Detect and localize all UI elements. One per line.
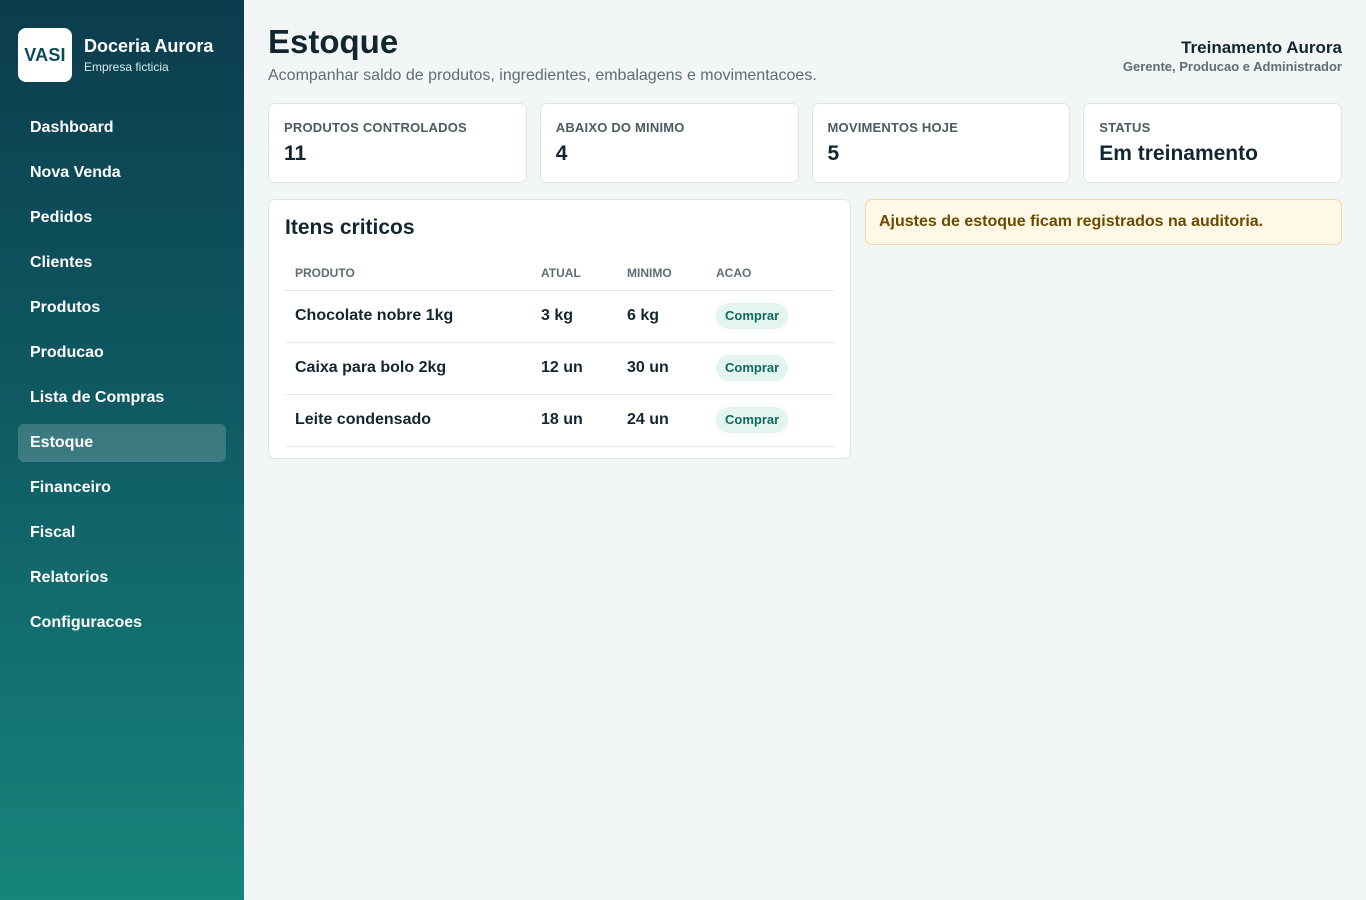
table-row: Caixa para bolo 2kg 12 un 30 un Comprar [285, 342, 834, 395]
brand-name: Doceria Aurora [84, 35, 214, 56]
cell-acao: Comprar [706, 394, 834, 447]
sidebar-item-clientes[interactable]: Clientes [18, 244, 226, 282]
cell-produto: Leite condensado [285, 394, 531, 447]
sidebar-item-relatorios[interactable]: Relatorios [18, 559, 226, 597]
critical-items-title: Itens criticos [285, 216, 415, 239]
sidebar-item-dashboard[interactable]: Dashboard [18, 109, 226, 147]
sidebar-item-financeiro[interactable]: Financeiro [18, 469, 226, 507]
sidebar-item-producao[interactable]: Producao [18, 334, 226, 372]
sidebar-item-fiscal[interactable]: Fiscal [18, 514, 226, 552]
stat-card-produtos-controlados: PRODUTOS CONTROLADOS 11 [268, 103, 527, 183]
critical-items-table: PRODUTO ATUAL MINIMO ACAO Chocolate nobr… [285, 256, 834, 447]
stat-value: 11 [284, 142, 307, 165]
table-row: Chocolate nobre 1kg 3 kg 6 kg Comprar [285, 290, 834, 343]
comprar-button[interactable]: Comprar [716, 303, 789, 329]
page-title: Estoque [268, 23, 399, 60]
comprar-button[interactable]: Comprar [716, 407, 789, 433]
sidebar-item-nova-venda[interactable]: Nova Venda [18, 154, 226, 192]
sidebar-item-produtos[interactable]: Produtos [18, 289, 226, 327]
column-header-produto: PRODUTO [285, 256, 531, 291]
stat-card-abaixo-do-minimo: ABAIXO DO MINIMO 4 [539, 103, 799, 183]
stat-value: 5 [827, 142, 840, 165]
sidebar-nav: Dashboard Nova Venda Pedidos Clientes Pr… [18, 109, 226, 649]
column-header-acao: ACAO [706, 256, 834, 291]
table-header-row: PRODUTO ATUAL MINIMO ACAO [285, 256, 834, 291]
user-info: Treinamento Aurora Gerente, Producao e A… [1123, 38, 1342, 75]
column-header-atual: ATUAL [531, 256, 617, 291]
cell-produto: Chocolate nobre 1kg [285, 290, 531, 343]
cell-minimo: 24 un [617, 394, 706, 447]
stat-cards: PRODUTOS CONTROLADOS 11 ABAIXO DO MINIMO… [268, 103, 1342, 183]
brand-text: Doceria Aurora Empresa ficticia [84, 35, 213, 76]
table-row: Leite condensado 18 un 24 un Comprar [285, 394, 834, 447]
sidebar-item-lista-de-compras[interactable]: Lista de Compras [18, 379, 226, 417]
cell-minimo: 30 un [617, 342, 706, 395]
brand-subtitle: Empresa ficticia [84, 59, 169, 74]
stat-label: STATUS [1099, 120, 1151, 135]
cell-acao: Comprar [706, 290, 834, 343]
page-subtitle: Acompanhar saldo de produtos, ingredient… [268, 67, 817, 84]
stat-value: 4 [555, 142, 568, 165]
user-role: Gerente, Producao e Administrador [1122, 59, 1342, 74]
cell-produto: Caixa para bolo 2kg [285, 342, 531, 395]
audit-notice: Ajustes de estoque ficam registrados na … [865, 199, 1342, 245]
comprar-button[interactable]: Comprar [716, 355, 789, 381]
column-header-minimo: MINIMO [617, 256, 706, 291]
user-name: Treinamento Aurora [1181, 38, 1342, 57]
cell-atual: 18 un [531, 394, 617, 447]
sidebar-item-estoque[interactable]: Estoque [18, 424, 226, 462]
sidebar: VASI Doceria Aurora Empresa ficticia Das… [0, 0, 244, 900]
cell-acao: Comprar [706, 342, 834, 395]
cell-atual: 3 kg [531, 290, 617, 343]
stat-value: Em treinamento [1099, 142, 1258, 165]
brand-logo: VASI [18, 28, 72, 82]
stat-label: PRODUTOS CONTROLADOS [284, 120, 467, 135]
stat-card-status: STATUS Em treinamento [1083, 103, 1342, 183]
sidebar-item-pedidos[interactable]: Pedidos [18, 199, 226, 237]
cell-minimo: 6 kg [617, 290, 706, 343]
brand: VASI Doceria Aurora Empresa ficticia [18, 28, 213, 82]
sidebar-item-configuracoes[interactable]: Configuracoes [18, 604, 226, 642]
stat-card-movimentos-hoje: MOVIMENTOS HOJE 5 [811, 103, 1071, 183]
stat-label: ABAIXO DO MINIMO [555, 120, 685, 135]
stat-label: MOVIMENTOS HOJE [827, 120, 959, 135]
cell-atual: 12 un [531, 342, 617, 395]
critical-items-panel: Itens criticos PRODUTO ATUAL MINIMO ACAO… [268, 199, 851, 459]
